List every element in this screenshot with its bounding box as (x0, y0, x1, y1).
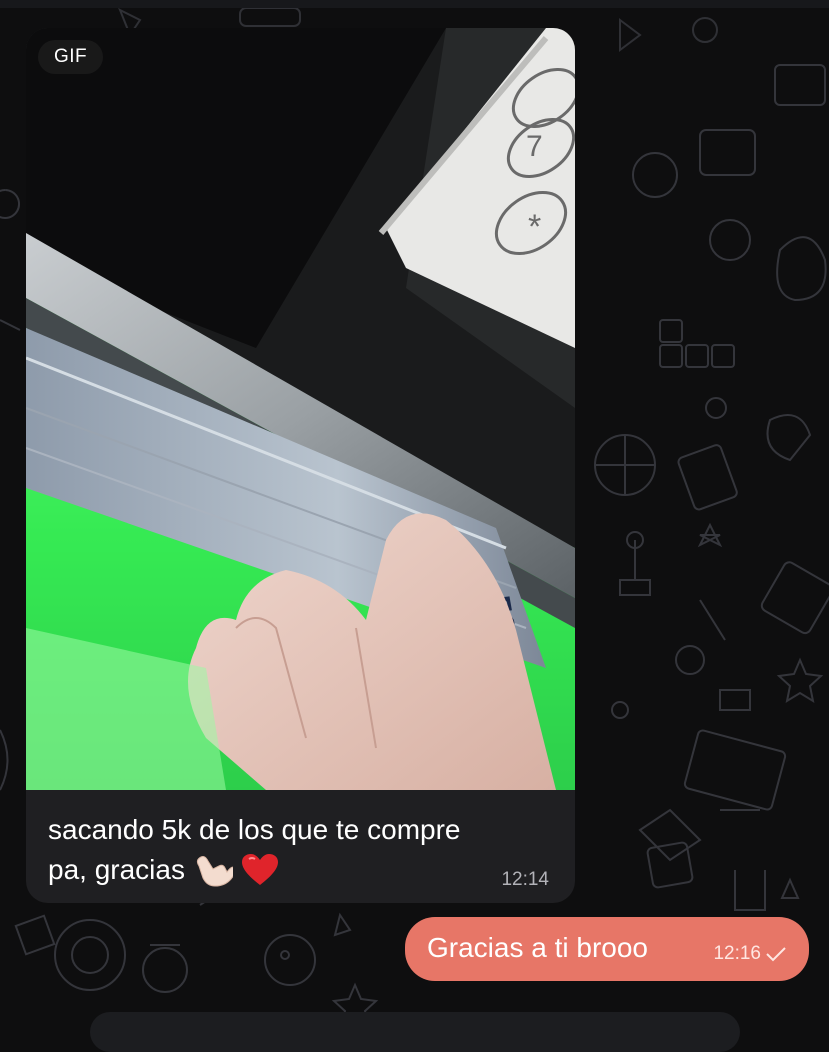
console-doodle (699, 129, 756, 176)
incoming-message-time: 12:14 (501, 869, 549, 890)
outgoing-message-time: 12:16 (713, 943, 761, 964)
gif-badge: GIF (38, 40, 104, 74)
message-text-line-1: sacando 5k de los que te compre (48, 814, 461, 845)
incoming-message-bubble[interactable]: 7 * 500 GIF sacando 5k de los que te com… (26, 28, 575, 903)
message-text-line-2: pa, gracias (48, 854, 185, 885)
single-check-icon (766, 947, 786, 962)
outgoing-message-bubble[interactable]: Gracias a ti brooo 12:16 (405, 917, 809, 981)
incoming-message-text: sacando 5k de los que te compre pa, grac… (48, 810, 558, 890)
message-input-bar[interactable] (90, 1012, 740, 1052)
svg-text:7: 7 (526, 130, 543, 163)
gif-media[interactable]: 7 * 500 GIF (26, 28, 575, 790)
top-bar-edge (0, 0, 829, 8)
gif-frame-illustration: 7 * 500 (26, 28, 575, 790)
call-me-hand-emoji (196, 856, 233, 887)
svg-text:*: * (528, 208, 541, 246)
outgoing-message-text: Gracias a ti brooo (427, 932, 648, 963)
red-heart-emoji (241, 854, 278, 885)
